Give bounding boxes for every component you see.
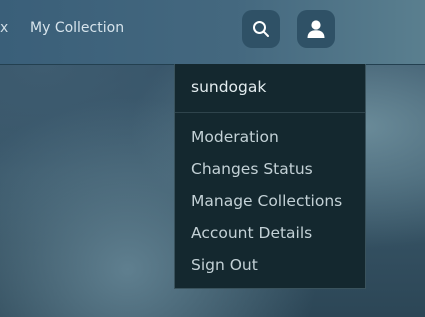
account-menu-button[interactable] (297, 10, 335, 48)
search-button[interactable] (242, 10, 280, 48)
account-dropdown-menu: sundogak Moderation Changes Status Manag… (174, 64, 366, 289)
menu-item-moderation[interactable]: Moderation (191, 128, 279, 146)
search-icon (252, 20, 270, 38)
nav-link-my-collection[interactable]: My Collection (30, 20, 124, 36)
menu-item-account-details[interactable]: Account Details (191, 224, 312, 242)
nav-link-truncated[interactable]: x (0, 20, 8, 36)
top-navigation-bar: x My Collection (0, 0, 425, 65)
menu-item-sign-out[interactable]: Sign Out (191, 256, 258, 274)
menu-item-manage-collections[interactable]: Manage Collections (191, 192, 342, 210)
menu-divider (175, 112, 365, 113)
user-icon (306, 19, 326, 39)
menu-username: sundogak (191, 78, 267, 96)
menu-item-changes-status[interactable]: Changes Status (191, 160, 313, 178)
